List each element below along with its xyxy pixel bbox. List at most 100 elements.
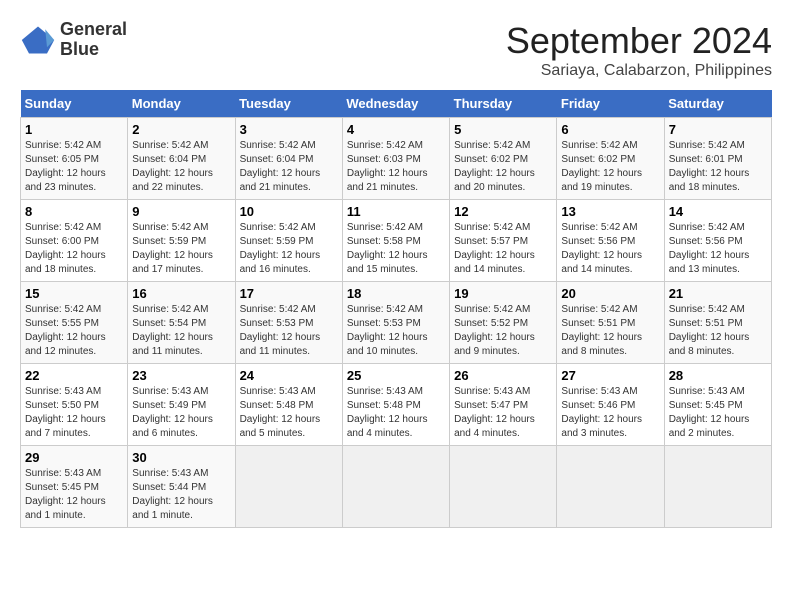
calendar-cell: 11 Sunrise: 5:42 AMSunset: 5:58 PMDaylig… <box>342 200 449 282</box>
calendar-week-2: 8 Sunrise: 5:42 AMSunset: 6:00 PMDayligh… <box>21 200 772 282</box>
calendar-cell: 30 Sunrise: 5:43 AMSunset: 5:44 PMDaylig… <box>128 446 235 528</box>
calendar-cell: 26 Sunrise: 5:43 AMSunset: 5:47 PMDaylig… <box>450 364 557 446</box>
day-number: 18 <box>347 286 445 301</box>
calendar-cell: 28 Sunrise: 5:43 AMSunset: 5:45 PMDaylig… <box>664 364 771 446</box>
col-header-saturday: Saturday <box>664 90 771 118</box>
calendar-cell: 4 Sunrise: 5:42 AMSunset: 6:03 PMDayligh… <box>342 118 449 200</box>
calendar-cell: 13 Sunrise: 5:42 AMSunset: 5:56 PMDaylig… <box>557 200 664 282</box>
day-number: 6 <box>561 122 659 137</box>
calendar-cell: 8 Sunrise: 5:42 AMSunset: 6:00 PMDayligh… <box>21 200 128 282</box>
day-info: Sunrise: 5:43 AMSunset: 5:48 PMDaylight:… <box>347 386 428 439</box>
calendar-cell: 24 Sunrise: 5:43 AMSunset: 5:48 PMDaylig… <box>235 364 342 446</box>
calendar-cell <box>450 446 557 528</box>
col-header-wednesday: Wednesday <box>342 90 449 118</box>
logo-text: General Blue <box>60 20 127 60</box>
day-number: 19 <box>454 286 552 301</box>
day-info: Sunrise: 5:42 AMSunset: 6:03 PMDaylight:… <box>347 140 428 193</box>
day-number: 24 <box>240 368 338 383</box>
col-header-friday: Friday <box>557 90 664 118</box>
day-number: 3 <box>240 122 338 137</box>
calendar-week-4: 22 Sunrise: 5:43 AMSunset: 5:50 PMDaylig… <box>21 364 772 446</box>
calendar-cell: 15 Sunrise: 5:42 AMSunset: 5:55 PMDaylig… <box>21 282 128 364</box>
day-number: 14 <box>669 204 767 219</box>
col-header-sunday: Sunday <box>21 90 128 118</box>
calendar-cell: 19 Sunrise: 5:42 AMSunset: 5:52 PMDaylig… <box>450 282 557 364</box>
calendar-cell: 5 Sunrise: 5:42 AMSunset: 6:02 PMDayligh… <box>450 118 557 200</box>
day-info: Sunrise: 5:42 AMSunset: 5:56 PMDaylight:… <box>669 222 750 275</box>
location: Sariaya, Calabarzon, Philippines <box>506 62 772 80</box>
day-number: 7 <box>669 122 767 137</box>
day-info: Sunrise: 5:42 AMSunset: 6:02 PMDaylight:… <box>561 140 642 193</box>
calendar-cell <box>235 446 342 528</box>
calendar-table: SundayMondayTuesdayWednesdayThursdayFrid… <box>20 90 772 528</box>
day-number: 25 <box>347 368 445 383</box>
day-info: Sunrise: 5:42 AMSunset: 5:59 PMDaylight:… <box>132 222 213 275</box>
calendar-cell: 12 Sunrise: 5:42 AMSunset: 5:57 PMDaylig… <box>450 200 557 282</box>
day-number: 11 <box>347 204 445 219</box>
calendar-cell: 1 Sunrise: 5:42 AMSunset: 6:05 PMDayligh… <box>21 118 128 200</box>
calendar-cell: 2 Sunrise: 5:42 AMSunset: 6:04 PMDayligh… <box>128 118 235 200</box>
day-number: 13 <box>561 204 659 219</box>
day-number: 15 <box>25 286 123 301</box>
calendar-cell: 6 Sunrise: 5:42 AMSunset: 6:02 PMDayligh… <box>557 118 664 200</box>
day-info: Sunrise: 5:43 AMSunset: 5:45 PMDaylight:… <box>669 386 750 439</box>
day-info: Sunrise: 5:42 AMSunset: 5:51 PMDaylight:… <box>561 304 642 357</box>
day-info: Sunrise: 5:42 AMSunset: 5:55 PMDaylight:… <box>25 304 106 357</box>
day-number: 4 <box>347 122 445 137</box>
day-info: Sunrise: 5:43 AMSunset: 5:44 PMDaylight:… <box>132 468 213 521</box>
day-info: Sunrise: 5:42 AMSunset: 5:58 PMDaylight:… <box>347 222 428 275</box>
day-info: Sunrise: 5:42 AMSunset: 5:56 PMDaylight:… <box>561 222 642 275</box>
calendar-cell: 20 Sunrise: 5:42 AMSunset: 5:51 PMDaylig… <box>557 282 664 364</box>
calendar-cell <box>664 446 771 528</box>
day-number: 23 <box>132 368 230 383</box>
day-info: Sunrise: 5:42 AMSunset: 5:53 PMDaylight:… <box>240 304 321 357</box>
day-info: Sunrise: 5:42 AMSunset: 5:54 PMDaylight:… <box>132 304 213 357</box>
calendar-cell: 27 Sunrise: 5:43 AMSunset: 5:46 PMDaylig… <box>557 364 664 446</box>
day-info: Sunrise: 5:43 AMSunset: 5:48 PMDaylight:… <box>240 386 321 439</box>
day-number: 2 <box>132 122 230 137</box>
calendar-cell: 10 Sunrise: 5:42 AMSunset: 5:59 PMDaylig… <box>235 200 342 282</box>
day-number: 20 <box>561 286 659 301</box>
day-number: 9 <box>132 204 230 219</box>
day-number: 17 <box>240 286 338 301</box>
calendar-cell: 18 Sunrise: 5:42 AMSunset: 5:53 PMDaylig… <box>342 282 449 364</box>
day-info: Sunrise: 5:42 AMSunset: 5:57 PMDaylight:… <box>454 222 535 275</box>
calendar-cell: 7 Sunrise: 5:42 AMSunset: 6:01 PMDayligh… <box>664 118 771 200</box>
day-info: Sunrise: 5:42 AMSunset: 6:02 PMDaylight:… <box>454 140 535 193</box>
calendar-cell <box>342 446 449 528</box>
day-number: 29 <box>25 450 123 465</box>
month-title: September 2024 <box>506 20 772 62</box>
header-row: SundayMondayTuesdayWednesdayThursdayFrid… <box>21 90 772 118</box>
calendar-cell: 16 Sunrise: 5:42 AMSunset: 5:54 PMDaylig… <box>128 282 235 364</box>
calendar-cell: 14 Sunrise: 5:42 AMSunset: 5:56 PMDaylig… <box>664 200 771 282</box>
day-number: 21 <box>669 286 767 301</box>
day-info: Sunrise: 5:42 AMSunset: 6:04 PMDaylight:… <box>132 140 213 193</box>
day-number: 10 <box>240 204 338 219</box>
calendar-cell: 17 Sunrise: 5:42 AMSunset: 5:53 PMDaylig… <box>235 282 342 364</box>
calendar-cell: 22 Sunrise: 5:43 AMSunset: 5:50 PMDaylig… <box>21 364 128 446</box>
logo: General Blue <box>20 20 127 60</box>
day-number: 8 <box>25 204 123 219</box>
day-info: Sunrise: 5:42 AMSunset: 5:53 PMDaylight:… <box>347 304 428 357</box>
calendar-cell: 29 Sunrise: 5:43 AMSunset: 5:45 PMDaylig… <box>21 446 128 528</box>
calendar-cell: 25 Sunrise: 5:43 AMSunset: 5:48 PMDaylig… <box>342 364 449 446</box>
day-info: Sunrise: 5:42 AMSunset: 5:52 PMDaylight:… <box>454 304 535 357</box>
page-header: General Blue September 2024 Sariaya, Cal… <box>20 20 772 80</box>
day-info: Sunrise: 5:42 AMSunset: 5:59 PMDaylight:… <box>240 222 321 275</box>
day-info: Sunrise: 5:42 AMSunset: 6:01 PMDaylight:… <box>669 140 750 193</box>
day-info: Sunrise: 5:42 AMSunset: 5:51 PMDaylight:… <box>669 304 750 357</box>
title-block: September 2024 Sariaya, Calabarzon, Phil… <box>506 20 772 80</box>
day-number: 16 <box>132 286 230 301</box>
col-header-monday: Monday <box>128 90 235 118</box>
day-number: 22 <box>25 368 123 383</box>
day-number: 28 <box>669 368 767 383</box>
day-info: Sunrise: 5:42 AMSunset: 6:00 PMDaylight:… <box>25 222 106 275</box>
col-header-tuesday: Tuesday <box>235 90 342 118</box>
calendar-cell <box>557 446 664 528</box>
logo-icon <box>20 22 56 58</box>
day-info: Sunrise: 5:43 AMSunset: 5:45 PMDaylight:… <box>25 468 106 521</box>
day-number: 26 <box>454 368 552 383</box>
calendar-cell: 9 Sunrise: 5:42 AMSunset: 5:59 PMDayligh… <box>128 200 235 282</box>
day-number: 27 <box>561 368 659 383</box>
day-info: Sunrise: 5:43 AMSunset: 5:50 PMDaylight:… <box>25 386 106 439</box>
